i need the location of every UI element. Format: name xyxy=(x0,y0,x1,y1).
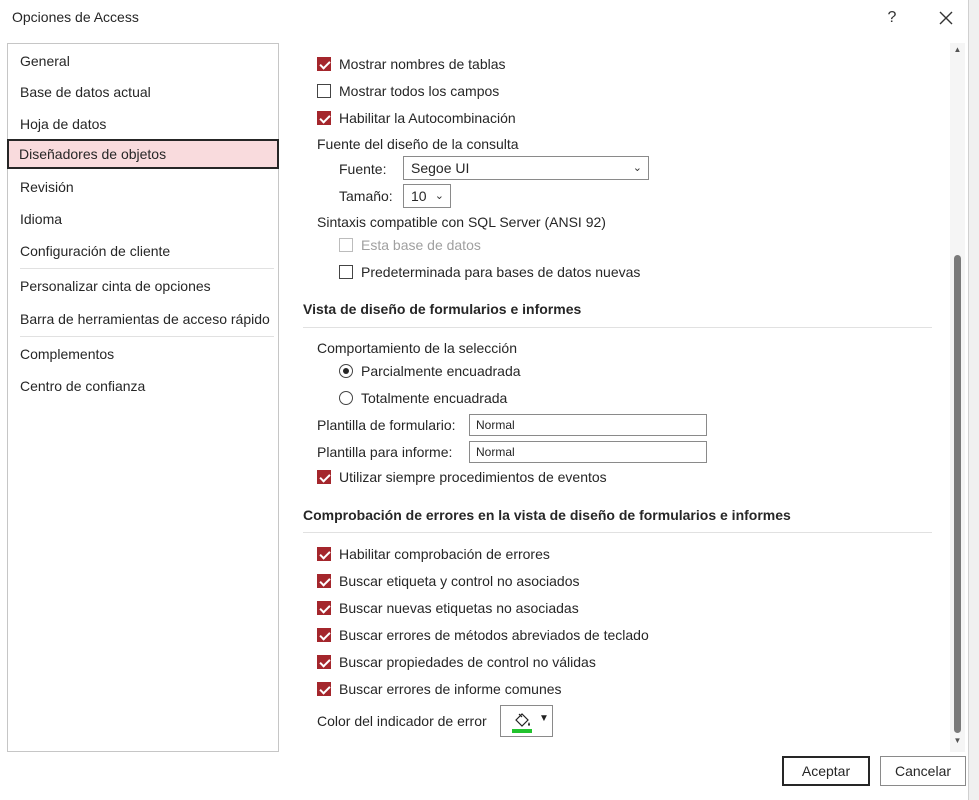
font-select[interactable]: Segoe UI ⌄ xyxy=(403,156,649,180)
chevron-down-icon: ⌄ xyxy=(434,190,444,202)
close-button[interactable] xyxy=(932,4,960,32)
section-divider xyxy=(303,532,932,533)
help-button[interactable]: ? xyxy=(878,4,906,32)
size-label: Tamaño: xyxy=(339,188,393,204)
invalid-props-option[interactable]: Buscar propiedades de control no válidas xyxy=(317,651,596,673)
report-template-label: Plantilla para informe: xyxy=(317,444,453,460)
shortcut-errors-checkbox[interactable] xyxy=(317,628,331,642)
window-title: Opciones de Access xyxy=(12,9,139,25)
report-errors-option[interactable]: Buscar errores de informe comunes xyxy=(317,678,562,700)
nav-item-add-ins[interactable]: Complementos xyxy=(8,339,278,369)
always-event-procedures-checkbox[interactable] xyxy=(317,470,331,484)
new-unassoc-labels-checkbox[interactable] xyxy=(317,601,331,615)
form-template-input[interactable]: Normal xyxy=(469,414,707,436)
enable-error-check-option[interactable]: Habilitar comprobación de errores xyxy=(317,543,550,565)
nav-item-proofing[interactable]: Revisión xyxy=(8,172,278,202)
query-font-group-label: Fuente del diseño de la consulta xyxy=(317,136,519,152)
font-label: Fuente: xyxy=(339,161,387,177)
size-select[interactable]: 10 ⌄ xyxy=(403,184,451,208)
indicator-color-label: Color del indicador de error xyxy=(317,713,487,729)
report-errors-checkbox[interactable] xyxy=(317,682,331,696)
unassoc-label-control-option[interactable]: Buscar etiqueta y control no asociados xyxy=(317,570,579,592)
partial-selection-option[interactable]: Parcialmente encuadrada xyxy=(339,360,521,382)
scroll-down-icon[interactable]: ▼ xyxy=(950,736,965,750)
error-check-section-title: Comprobación de errores en la vista de d… xyxy=(303,507,791,523)
nav-item-trust-center[interactable]: Centro de confianza xyxy=(8,371,278,401)
chevron-down-icon: ⌄ xyxy=(632,162,642,174)
default-new-db-checkbox[interactable] xyxy=(339,265,353,279)
show-table-names-checkbox[interactable] xyxy=(317,57,331,71)
always-event-procedures-option[interactable]: Utilizar siempre procedimientos de event… xyxy=(317,466,607,488)
nav-item-quick-access-toolbar[interactable]: Barra de herramientas de acceso rápido xyxy=(8,304,278,334)
background-window-edge xyxy=(968,0,979,800)
nav-item-language[interactable]: Idioma xyxy=(8,204,278,234)
nav-item-object-designers[interactable]: Diseñadores de objetos xyxy=(7,139,279,169)
nav-item-current-database[interactable]: Base de datos actual xyxy=(8,77,278,107)
this-database-checkbox xyxy=(339,238,353,252)
full-selection-radio[interactable] xyxy=(339,391,353,405)
nav-divider xyxy=(20,268,274,269)
nav-item-customize-ribbon[interactable]: Personalizar cinta de opciones xyxy=(8,271,278,301)
show-all-fields-checkbox[interactable] xyxy=(317,84,331,98)
form-template-label: Plantilla de formulario: xyxy=(317,417,456,433)
title-bar: Opciones de Access ? xyxy=(0,0,979,36)
indicator-color-picker[interactable]: ▼ xyxy=(500,705,553,737)
nav-item-datasheet[interactable]: Hoja de datos xyxy=(8,109,278,139)
new-unassoc-labels-option[interactable]: Buscar nuevas etiquetas no asociadas xyxy=(317,597,579,619)
options-content: Mostrar nombres de tablas Mostrar todos … xyxy=(279,43,965,752)
show-table-names-option[interactable]: Mostrar nombres de tablas xyxy=(317,53,506,75)
autojoin-option[interactable]: Habilitar la Autocombinación xyxy=(317,107,516,129)
close-icon xyxy=(939,11,953,25)
dropdown-arrow-icon: ▼ xyxy=(539,713,549,724)
scroll-up-icon[interactable]: ▲ xyxy=(950,45,965,59)
unassoc-label-control-checkbox[interactable] xyxy=(317,574,331,588)
nav-item-general[interactable]: General xyxy=(8,46,278,76)
options-nav: General Base de datos actual Hoja de dat… xyxy=(7,43,279,752)
show-all-fields-option[interactable]: Mostrar todos los campos xyxy=(317,80,499,102)
cancel-button[interactable]: Cancelar xyxy=(880,756,966,786)
nav-item-client-settings[interactable]: Configuración de cliente xyxy=(8,236,278,266)
enable-error-check-checkbox[interactable] xyxy=(317,547,331,561)
sql-syntax-group-label: Sintaxis compatible con SQL Server (ANSI… xyxy=(317,214,606,230)
form-design-section-title: Vista de diseño de formularios e informe… xyxy=(303,301,582,317)
this-database-option: Esta base de datos xyxy=(339,234,481,256)
shortcut-errors-option[interactable]: Buscar errores de métodos abreviados de … xyxy=(317,624,649,646)
section-divider xyxy=(303,327,932,328)
ok-button[interactable]: Aceptar xyxy=(782,756,870,786)
paint-bucket-icon xyxy=(512,713,532,733)
selection-behavior-label: Comportamiento de la selección xyxy=(317,340,517,356)
help-icon: ? xyxy=(887,9,897,26)
invalid-props-checkbox[interactable] xyxy=(317,655,331,669)
nav-divider xyxy=(20,336,274,337)
report-template-input[interactable]: Normal xyxy=(469,441,707,463)
default-new-db-option[interactable]: Predeterminada para bases de datos nueva… xyxy=(339,261,640,283)
full-selection-option[interactable]: Totalmente encuadrada xyxy=(339,387,507,409)
content-scrollbar[interactable]: ▲ ▼ xyxy=(950,43,965,752)
scrollbar-thumb[interactable] xyxy=(954,255,961,733)
partial-selection-radio[interactable] xyxy=(339,364,353,378)
autojoin-checkbox[interactable] xyxy=(317,111,331,125)
